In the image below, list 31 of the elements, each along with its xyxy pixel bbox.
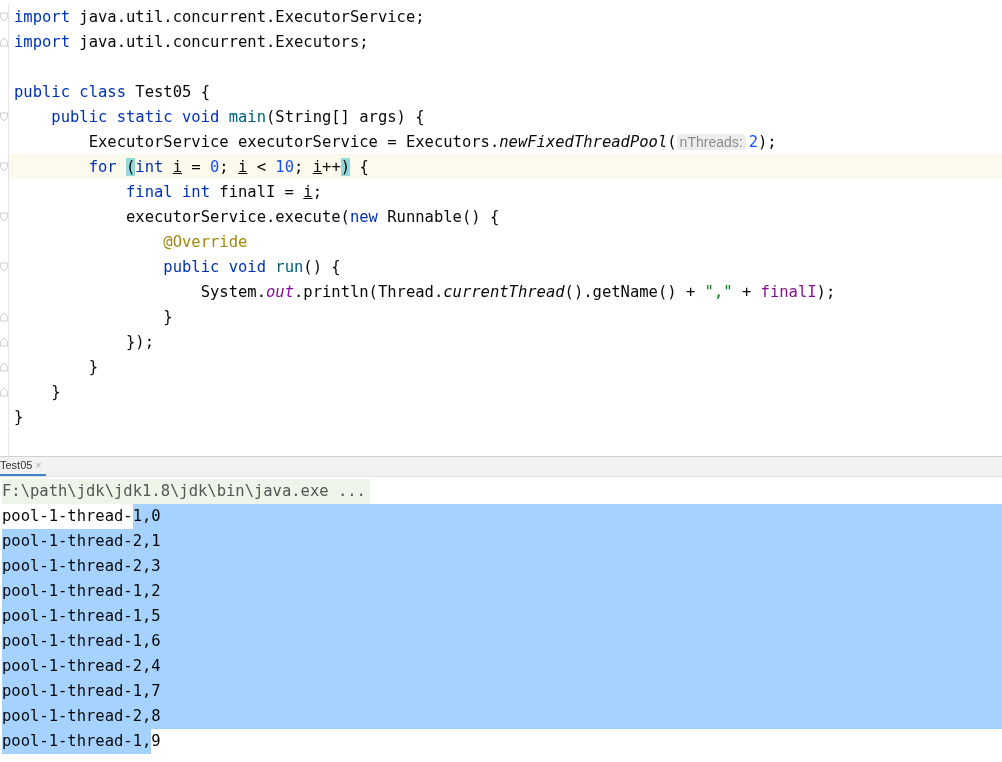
console-tab[interactable]: Test05 ×	[0, 456, 47, 476]
fold-icon[interactable]	[0, 11, 8, 22]
code-line: executorService.execute(new Runnable() {	[124, 206, 500, 227]
code-line: }	[87, 356, 98, 377]
code-line: }	[14, 406, 24, 427]
fold-icon[interactable]	[0, 111, 8, 122]
code-line: });	[124, 331, 154, 352]
code-line: final int finalI = i;	[124, 181, 322, 202]
fold-icon[interactable]	[0, 361, 8, 372]
fold-icon[interactable]	[0, 261, 8, 272]
fold-icon[interactable]	[0, 311, 8, 322]
code-line: public void run() {	[162, 256, 341, 277]
fold-icon[interactable]	[0, 161, 8, 172]
fold-icon[interactable]	[0, 336, 8, 347]
code-line: public static void main(String[] args) {	[50, 106, 425, 127]
code-line: System.out.println(Thread.currentThread().getName() + "," + finalI);	[199, 281, 836, 302]
code-line: public class Test05 {	[14, 81, 210, 102]
code-line: }	[162, 306, 173, 327]
console-output-line: pool-1-thread-1,0	[2, 504, 161, 529]
fold-icon[interactable]	[0, 386, 8, 397]
code-line: import java.util.concurrent.ExecutorService;	[14, 6, 425, 27]
code-line: ExecutorService executorService = Executors.newFixedThreadPool( nThreads: 2);	[87, 131, 777, 152]
code-line: }	[50, 381, 61, 402]
code-line: import java.util.concurrent.Executors;	[14, 31, 369, 52]
console-output-line: pool-1-thread-1,9	[2, 729, 161, 754]
code-line: @Override	[162, 231, 248, 252]
console-command: F:\path\jdk\jdk1.8\jdk\bin\java.exe ...	[2, 479, 370, 504]
fold-icon[interactable]	[0, 211, 8, 222]
code-line: for (int i = 0; i < 10; i++) {	[87, 156, 369, 177]
tab-label: Test05	[0, 457, 33, 473]
fold-icon[interactable]	[0, 36, 8, 47]
